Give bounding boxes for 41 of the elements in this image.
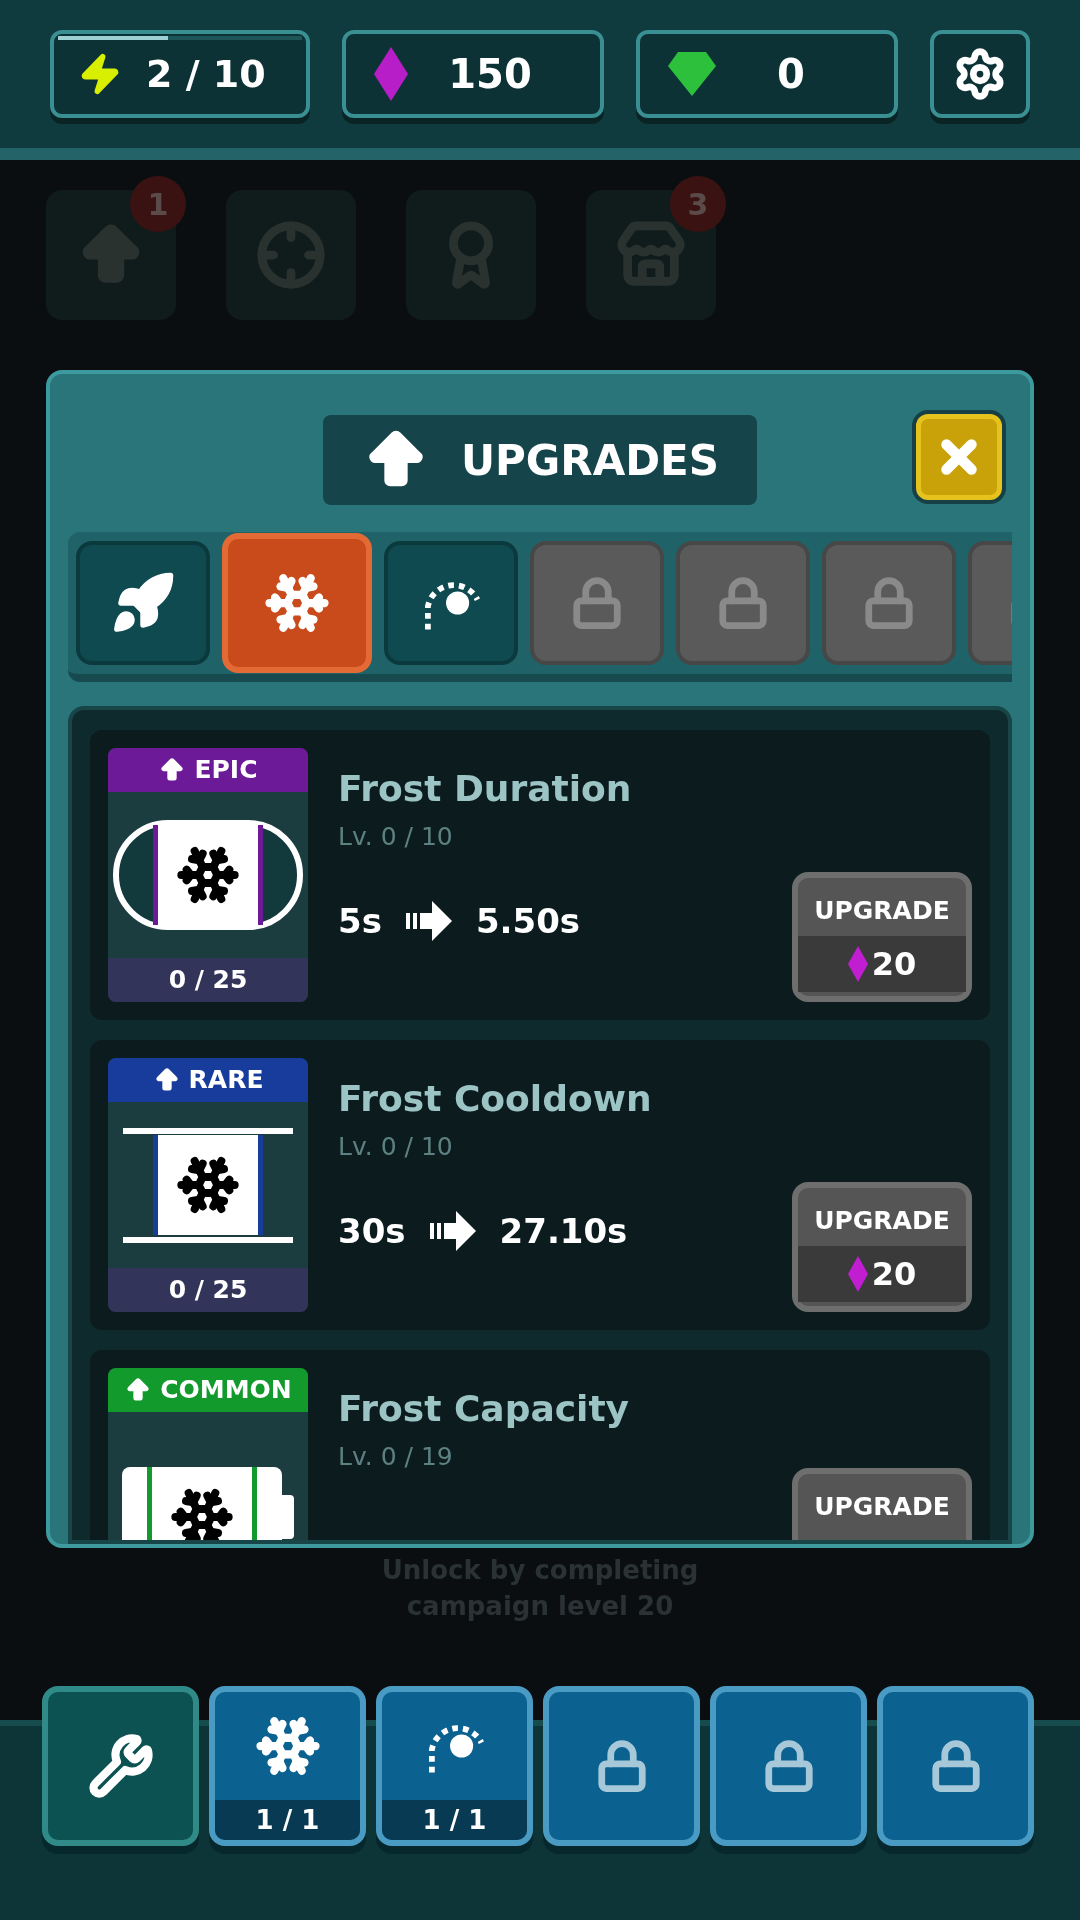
- upgrade-level: Lv. 0 / 19: [338, 1441, 454, 1473]
- modal-title: UPGRADES: [461, 434, 719, 487]
- current-value: 5s: [338, 899, 382, 943]
- diamond-icon: [847, 1255, 868, 1292]
- lock-icon: [716, 576, 770, 630]
- upgrade-name: Frost Cooldown: [338, 1077, 653, 1121]
- faded-badge: 3: [670, 176, 726, 232]
- diamond-icon: [847, 945, 868, 982]
- faded-badge: 1: [130, 176, 186, 232]
- arrow-icon: [405, 901, 452, 941]
- upgrade-cost: 20: [871, 1253, 917, 1295]
- gem-value: 0: [776, 50, 806, 99]
- category-tab[interactable]: [76, 541, 210, 665]
- gem-icon: [668, 52, 716, 96]
- category-tab[interactable]: [384, 541, 518, 665]
- upgrade-level: Lv. 0 / 10: [338, 1131, 454, 1163]
- rarity-label: RARE: [188, 1064, 264, 1097]
- upgrade-button[interactable]: UPGRADE 20: [792, 872, 972, 1002]
- upgrade-cost: 20: [871, 943, 917, 985]
- next-value: 5.50s: [475, 899, 581, 943]
- wrench-icon: [87, 1733, 154, 1799]
- upgrade-name: Frost Capacity: [338, 1387, 631, 1431]
- upgrade-button[interactable]: UPGRADE: [792, 1468, 972, 1540]
- diamond-value: 150: [447, 50, 533, 99]
- rarity-label: COMMON: [160, 1374, 292, 1407]
- shard-count: 0 / 25: [108, 958, 308, 1002]
- slot-count: 1 / 1: [215, 1800, 360, 1840]
- upgrade-level: Lv. 0 / 10: [338, 821, 454, 853]
- energy-value: 2 / 10: [146, 50, 266, 98]
- upgrade-button[interactable]: UPGRADE 20: [792, 1182, 972, 1312]
- lock-icon: [570, 576, 624, 630]
- crosshair-icon: [256, 220, 326, 290]
- slot-count: 1 / 1: [382, 1800, 527, 1840]
- arrow-icon: [429, 1211, 476, 1251]
- diamond-icon: [374, 47, 408, 101]
- rarity-label: EPIC: [194, 754, 258, 787]
- upgrade-name: Frost Duration: [338, 767, 633, 811]
- current-value: 30s: [338, 1209, 406, 1253]
- next-value: 27.10s: [499, 1209, 628, 1253]
- shard-count: 0 / 25: [108, 1268, 308, 1312]
- lock-icon: [862, 576, 916, 630]
